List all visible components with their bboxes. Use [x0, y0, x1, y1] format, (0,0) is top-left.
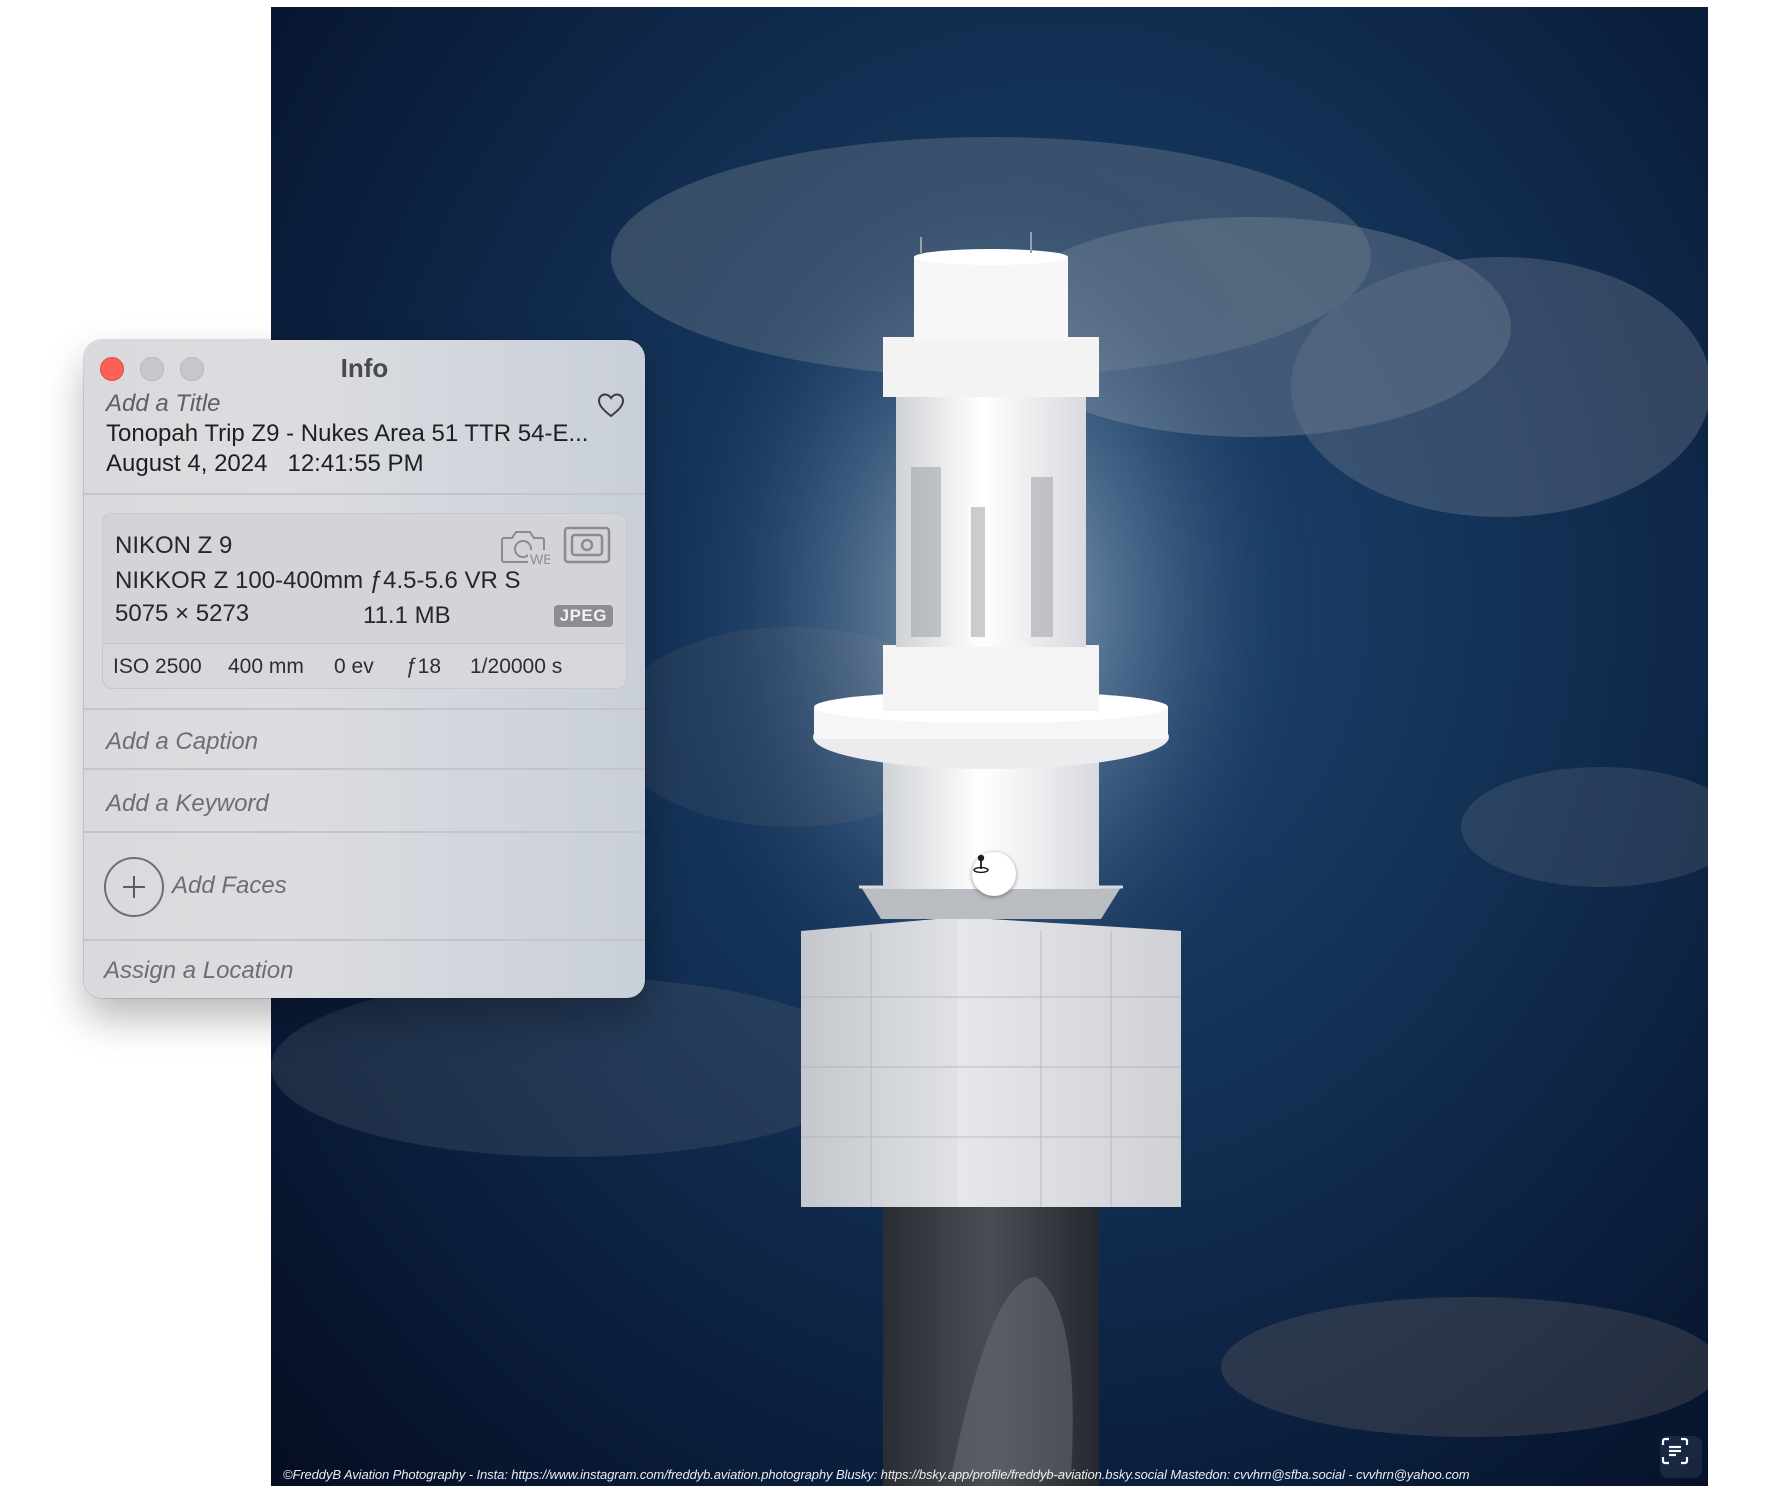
svg-text:WB: WB	[530, 551, 550, 566]
keyword-field[interactable]: Add a Keyword	[106, 790, 269, 818]
file-size: 11.1 MB	[363, 602, 451, 629]
date-time[interactable]: August 4, 2024 12:41:55 PM	[106, 450, 424, 478]
filename: Tonopah Trip Z9 - Nukes Area 51 TTR 54-E…	[106, 420, 589, 447]
aperture-value: ƒ18	[406, 655, 442, 678]
info-window: Info Add a Title Tonopah Trip Z9 - Nukes…	[84, 340, 645, 998]
heart-icon[interactable]	[597, 392, 625, 418]
format-badge: JPEG	[553, 605, 613, 627]
caption-field[interactable]: Add a Caption	[106, 728, 258, 756]
plus-icon	[123, 876, 145, 898]
live-text-button[interactable]	[1660, 1436, 1702, 1478]
camera-model: NIKON Z 9	[115, 532, 233, 559]
location-pin-icon	[973, 854, 989, 874]
assign-location-field[interactable]: Assign a Location	[104, 957, 293, 985]
divider	[84, 768, 645, 770]
window-title: Info	[340, 353, 389, 383]
exif-bar: ISO 2500 400 mm 0 ev ƒ18 1/20000 s	[103, 643, 626, 688]
focal-length-value: 400 mm	[228, 655, 304, 678]
white-balance-icon: WB	[501, 531, 550, 566]
divider	[84, 831, 645, 833]
lens-model: NIKKOR Z 100-400mm ƒ4.5-5.6 VR S	[115, 567, 521, 594]
add-faces-button[interactable]	[104, 857, 164, 917]
metering-mode-icon	[563, 526, 611, 564]
divider	[84, 939, 645, 941]
title-bar[interactable]: Info	[84, 340, 645, 390]
divider	[84, 493, 645, 495]
divider	[84, 708, 645, 710]
live-text-icon	[1661, 1437, 1689, 1465]
shutter-speed-value: 1/20000 s	[470, 655, 563, 678]
date-value: August 4, 2024	[106, 450, 268, 477]
image-dimensions: 5075 × 5273	[115, 600, 250, 627]
photo-credit: ©FreddyB Aviation Photography - Insta: h…	[283, 1467, 1470, 1482]
time-value: 12:41:55 PM	[287, 450, 424, 477]
add-faces-label[interactable]: Add Faces	[172, 872, 287, 900]
camera-info-panel: NIKON Z 9 NIKKOR Z 100-400mm ƒ4.5-5.6 VR…	[102, 513, 627, 689]
title-field[interactable]: Add a Title	[106, 390, 221, 418]
exposure-bias-value: 0 ev	[334, 655, 374, 678]
location-pin-button[interactable]	[972, 852, 1016, 896]
iso-value: ISO 2500	[113, 655, 202, 678]
